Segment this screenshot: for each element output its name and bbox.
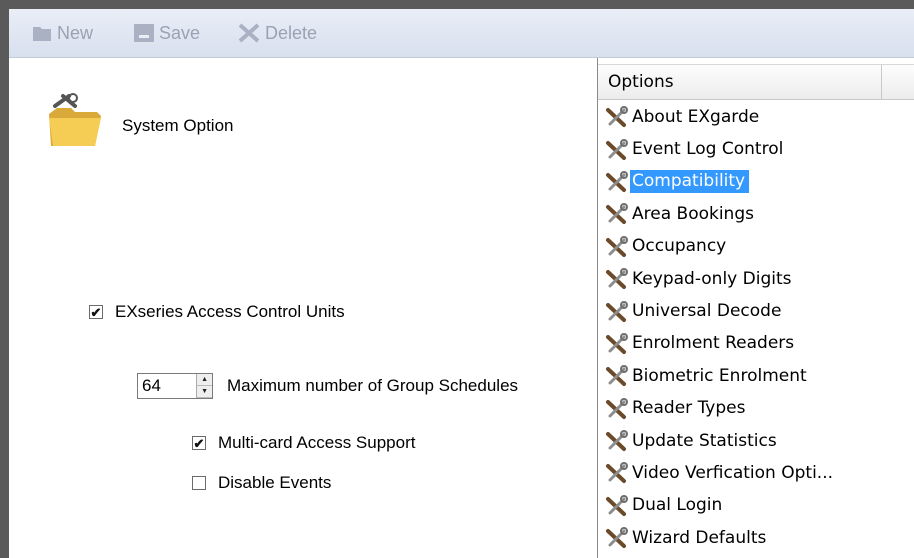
options-header-label: Options	[608, 72, 674, 92]
group-schedules-row: 64 ▲ ▼ Maximum number of Group Schedules	[137, 373, 518, 399]
tools-icon	[606, 462, 628, 484]
option-label: Reader Types	[632, 398, 746, 419]
delete-label: Delete	[265, 22, 318, 43]
tools-icon	[606, 527, 628, 549]
option-item[interactable]: Keypad-only Digits	[598, 263, 914, 295]
options-pane: Options About EXgarde Event Log Control Co…	[597, 58, 914, 558]
group-schedules-value[interactable]: 64	[138, 374, 198, 398]
option-item[interactable]: Occupancy	[598, 231, 914, 263]
option-item[interactable]: Wizard Defaults	[598, 522, 914, 554]
check-icon: ✔	[90, 304, 102, 320]
tools-icon	[606, 365, 628, 387]
disable-events-checkbox[interactable]	[192, 476, 206, 490]
option-label: Wizard Defaults	[632, 527, 767, 548]
option-item[interactable]: Dual Login	[598, 490, 914, 522]
option-item[interactable]: Area Bookings	[598, 198, 914, 230]
option-label: Occupancy	[632, 236, 727, 257]
exseries-checkbox-row[interactable]: ✔ EXseries Access Control Units	[89, 302, 345, 322]
new-icon	[33, 27, 51, 41]
option-item[interactable]: Video Verfication Opti...	[598, 457, 914, 489]
left-pane: System Option ✔ EXseries Access Control …	[9, 58, 597, 558]
column-divider[interactable]	[881, 65, 882, 99]
exseries-label: EXseries Access Control Units	[115, 302, 345, 321]
page-title: System Option	[122, 116, 234, 135]
save-label: Save	[159, 22, 201, 43]
option-label: About EXgarde	[632, 106, 760, 127]
delete-button[interactable]: Delete	[237, 19, 317, 47]
option-item[interactable]: Biometric Enrolment	[598, 360, 914, 392]
option-label: Universal Decode	[632, 301, 782, 322]
save-icon	[134, 24, 154, 42]
tools-icon	[606, 203, 628, 225]
tools-icon	[606, 268, 628, 290]
option-item[interactable]: Compatibility	[598, 166, 914, 198]
check-icon: ✔	[193, 435, 205, 451]
disable-events-checkbox-row[interactable]: Disable Events	[192, 473, 331, 493]
window: New Save Delete System Option ✔ EXseries	[0, 0, 914, 558]
folder-tools-icon	[49, 93, 101, 146]
delete-icon	[238, 23, 260, 43]
spin-up-icon[interactable]: ▲	[197, 374, 212, 386]
tools-icon	[606, 300, 628, 322]
tools-icon	[606, 106, 628, 128]
option-label: Biometric Enrolment	[632, 365, 807, 386]
option-item[interactable]: Reader Types	[598, 393, 914, 425]
tools-icon	[606, 397, 628, 419]
option-item[interactable]: Event Log Control	[598, 133, 914, 165]
option-item[interactable]: Update Statistics	[598, 425, 914, 457]
group-schedules-stepper[interactable]: 64 ▲ ▼	[137, 373, 213, 399]
option-item[interactable]: Enrolment Readers	[598, 328, 914, 360]
tools-icon	[606, 138, 628, 160]
options-column-header[interactable]: Options	[598, 64, 914, 100]
multicard-checkbox[interactable]: ✔	[192, 436, 206, 450]
multicard-checkbox-row[interactable]: ✔ Multi-card Access Support	[192, 433, 415, 453]
options-list: About EXgarde Event Log Control Compatibil…	[598, 101, 914, 554]
spin-down-icon[interactable]: ▼	[197, 386, 212, 398]
exseries-checkbox[interactable]: ✔	[89, 305, 103, 319]
group-schedules-label: Maximum number of Group Schedules	[227, 376, 519, 395]
tools-icon	[606, 430, 628, 452]
option-item[interactable]: Universal Decode	[598, 295, 914, 327]
option-label: Video Verfication Opti...	[632, 462, 834, 483]
window-border-top	[0, 0, 914, 9]
option-label: Area Bookings	[632, 203, 754, 224]
save-button[interactable]: Save	[133, 19, 200, 47]
new-label: New	[57, 22, 94, 43]
option-label: Event Log Control	[632, 139, 784, 160]
option-label: Compatibility	[630, 170, 750, 194]
option-label: Dual Login	[632, 495, 723, 516]
option-label: Keypad-only Digits	[632, 268, 792, 289]
multicard-label: Multi-card Access Support	[218, 433, 416, 452]
tools-icon	[606, 494, 628, 516]
toolbar: New Save Delete	[9, 9, 914, 58]
option-label: Update Statistics	[632, 430, 777, 451]
disable-events-label: Disable Events	[218, 473, 332, 492]
new-button[interactable]: New	[31, 19, 93, 47]
tools-icon	[606, 235, 628, 257]
tools-icon	[606, 170, 628, 192]
window-border-left	[0, 0, 9, 558]
tools-icon	[606, 332, 628, 354]
option-label: Enrolment Readers	[632, 333, 795, 354]
option-item[interactable]: About EXgarde	[598, 101, 914, 133]
